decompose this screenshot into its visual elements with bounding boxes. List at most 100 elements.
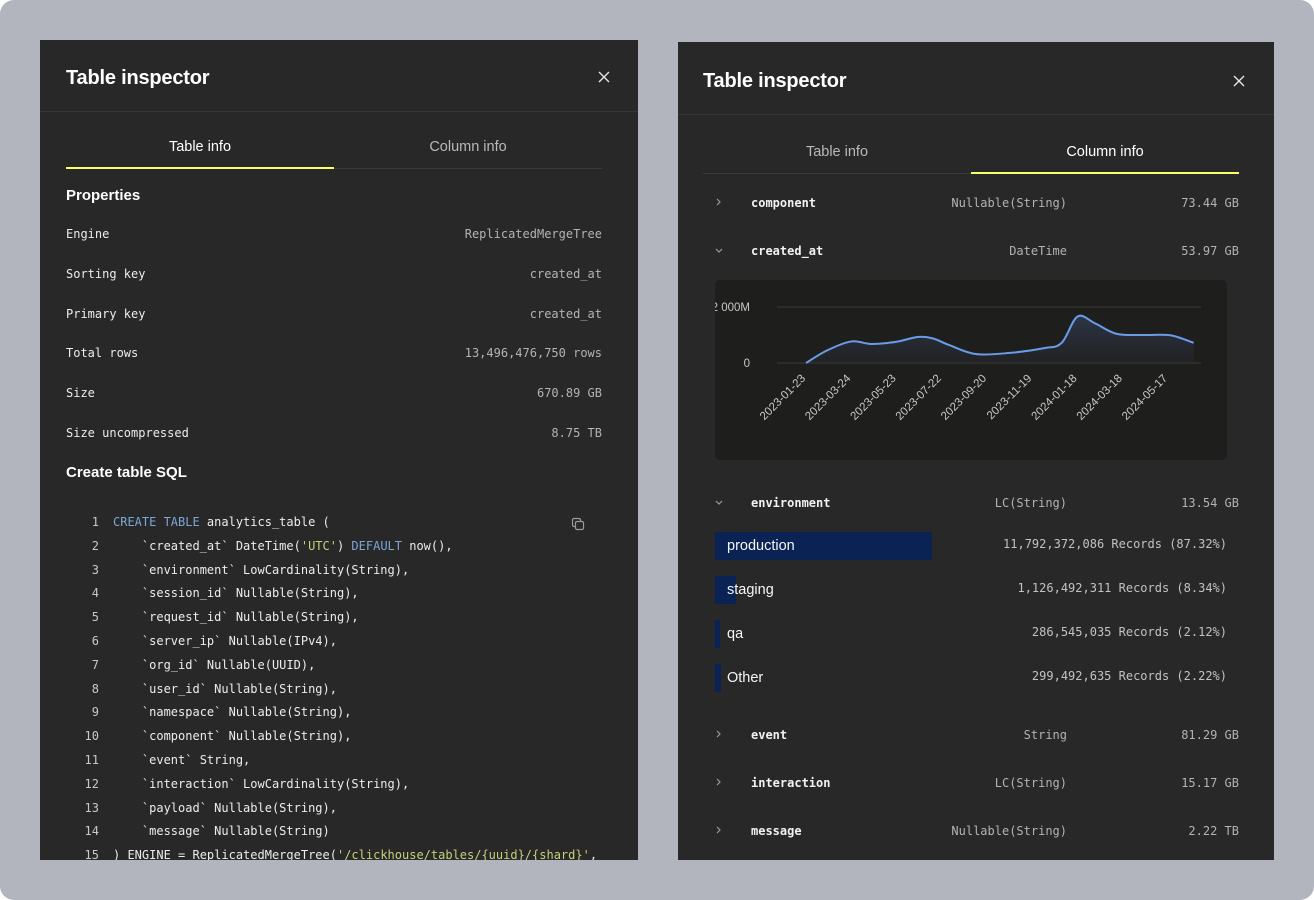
code-text: `interaction` LowCardinality(String), <box>113 777 409 797</box>
close-button[interactable] <box>596 69 612 85</box>
chevron-down-icon[interactable] <box>714 244 724 256</box>
column-row-created-at[interactable]: created_at DateTime 53.97 GB <box>704 241 1239 263</box>
column-row-message[interactable]: message Nullable(String) 2.22 TB <box>704 821 1239 843</box>
x-tick-label: 2023-03-24 <box>803 372 854 423</box>
sql-token: ) ENGINE = ReplicatedMergeTree( <box>113 848 337 860</box>
property-row-sorting-key: Sorting key created_at <box>66 264 602 284</box>
panel-title: Table inspector <box>703 70 847 92</box>
column-size: 13.54 GB <box>1181 496 1239 510</box>
code-line: 6 `server_ip` Nullable(IPv4), <box>66 634 337 654</box>
column-type: LC(String) <box>994 496 1067 510</box>
value-bar-fill <box>715 664 721 692</box>
chevron-right-icon[interactable] <box>714 776 724 788</box>
code-text: `session_id` Nullable(String), <box>113 586 359 606</box>
value-label: Other <box>727 670 764 686</box>
screenshot-frame: Table inspector Table info Column info P… <box>0 0 1314 900</box>
code-text: `created_at` DateTime('UTC') DEFAULT now… <box>113 539 453 559</box>
column-size: 73.44 GB <box>1181 196 1239 210</box>
column-name: component <box>751 196 817 210</box>
sql-token: `request_id` Nullable(String), <box>113 610 359 625</box>
sql-token: `server_ip` Nullable(IPv4), <box>113 634 337 648</box>
sql-token: `component` Nullable(String), <box>113 729 352 744</box>
value-records: 11,792,372,086 Records (87.32%) <box>1003 537 1227 551</box>
table-inspector-panel-table-info: Table inspector Table info Column info P… <box>40 40 638 860</box>
column-row-interaction[interactable]: interaction LC(String) 15.17 GB <box>704 773 1239 795</box>
tab-table-info[interactable]: Table info <box>703 138 971 173</box>
x-tick-label: 2024-05-17 <box>1120 373 1170 423</box>
column-size: 2.22 TB <box>1188 824 1239 838</box>
create-table-sql-heading: Create table SQL <box>66 464 187 481</box>
value-records: 299,492,635 Records (2.22%) <box>1031 669 1227 683</box>
chevron-right-icon[interactable] <box>714 196 724 208</box>
value-label: production <box>727 538 795 554</box>
line-number: 8 <box>91 681 99 696</box>
code-line: 12 `interaction` LowCardinality(String), <box>66 777 410 797</box>
x-tick-label: 2024-03-18 <box>1075 373 1125 423</box>
code-line: 9 `namespace` Nullable(String), <box>66 705 352 725</box>
table-inspector-panel-column-info: Table inspector Table info Column info c… <box>678 42 1274 860</box>
code-line: 10 `component` Nullable(String), <box>66 729 352 749</box>
chevron-right-icon[interactable] <box>714 824 724 836</box>
property-value: created_at <box>529 307 602 321</box>
panel-header: Table inspector <box>678 42 1274 115</box>
tab-column-info[interactable]: Column info <box>971 138 1239 174</box>
property-row-engine: Engine ReplicatedMergeTree <box>66 224 602 244</box>
code-text: `message` Nullable(String) <box>113 824 330 844</box>
chevron-down-icon[interactable] <box>714 496 724 508</box>
column-type: Nullable(String) <box>951 824 1067 838</box>
column-name: environment <box>751 496 831 510</box>
close-icon <box>598 71 610 83</box>
code-text: CREATE TABLE analytics_table ( <box>113 515 330 535</box>
property-value: ReplicatedMergeTree <box>464 227 602 241</box>
line-number: 4 <box>91 586 99 601</box>
property-row-primary-key: Primary key created_at <box>66 304 602 324</box>
value-label: qa <box>727 626 744 642</box>
sql-token: `payload` Nullable(String), <box>113 800 337 815</box>
sql-token: `message` Nullable(String) <box>113 824 330 839</box>
property-value: 8.75 TB <box>551 426 602 440</box>
sql-token: `created_at` DateTime( <box>113 538 301 553</box>
value-label: staging <box>727 582 774 598</box>
line-number: 2 <box>91 538 99 553</box>
property-row-size: Size 670.89 GB <box>66 383 602 403</box>
sql-token: , <box>589 848 598 860</box>
line-number: 10 <box>84 729 99 744</box>
sql-code-block[interactable]: 1 CREATE TABLE analytics_table ( 2 `create… <box>66 508 602 860</box>
sql-token: analytics_table ( <box>199 515 330 529</box>
code-line: 11 `event` String, <box>66 753 251 773</box>
value-bar-production: production 11,792,372,086 Records (87.32… <box>715 532 1227 560</box>
code-text: ) ENGINE = ReplicatedMergeTree('/clickho… <box>113 848 597 860</box>
code-text: `payload` Nullable(String), <box>113 801 337 821</box>
sql-token: now(), <box>402 538 453 553</box>
value-bar-qa: qa 286,545,035 Records (2.12%) <box>715 620 1227 648</box>
code-line: 1 CREATE TABLE analytics_table ( <box>66 515 330 535</box>
sql-token: `event` String, <box>113 753 251 767</box>
column-row-environment[interactable]: environment LC(String) 13.54 GB <box>704 493 1239 515</box>
code-text: `server_ip` Nullable(IPv4), <box>113 634 337 654</box>
column-row-component[interactable]: component Nullable(String) 73.44 GB <box>704 193 1239 215</box>
tab-bar: Table info Column info <box>66 133 602 169</box>
sql-keyword: CREATE TABLE <box>113 515 200 529</box>
code-text: `user_id` Nullable(String), <box>113 682 337 702</box>
property-value: created_at <box>529 267 602 281</box>
line-number: 5 <box>91 610 99 625</box>
copy-button[interactable] <box>570 516 586 532</box>
sql-string: '/clickhouse/tables/{uuid}/{shard}' <box>336 848 590 860</box>
x-tick-label: 2023-07-22 <box>894 373 944 423</box>
line-number: 11 <box>84 753 99 767</box>
column-row-event[interactable]: event String 81.29 GB <box>704 725 1239 747</box>
chevron-right-icon[interactable] <box>714 728 724 740</box>
column-size: 81.29 GB <box>1181 728 1239 742</box>
line-number: 3 <box>91 562 99 577</box>
close-button[interactable] <box>1231 73 1247 89</box>
line-number: 15 <box>84 848 99 860</box>
line-number: 13 <box>84 800 99 815</box>
sql-token: `session_id` Nullable(String), <box>113 586 359 601</box>
tab-table-info[interactable]: Table info <box>66 133 334 169</box>
property-label: Sorting key <box>66 267 146 281</box>
tab-column-info[interactable]: Column info <box>334 133 602 168</box>
created-at-distribution-chart: 02 000M 2023-01-23 2023-03-24 2023-05-23 202… <box>715 280 1227 460</box>
column-name: created_at <box>751 244 824 258</box>
code-text: `environment` LowCardinality(String), <box>113 563 409 583</box>
sql-token: `org_id` Nullable(UUID), <box>113 657 316 672</box>
